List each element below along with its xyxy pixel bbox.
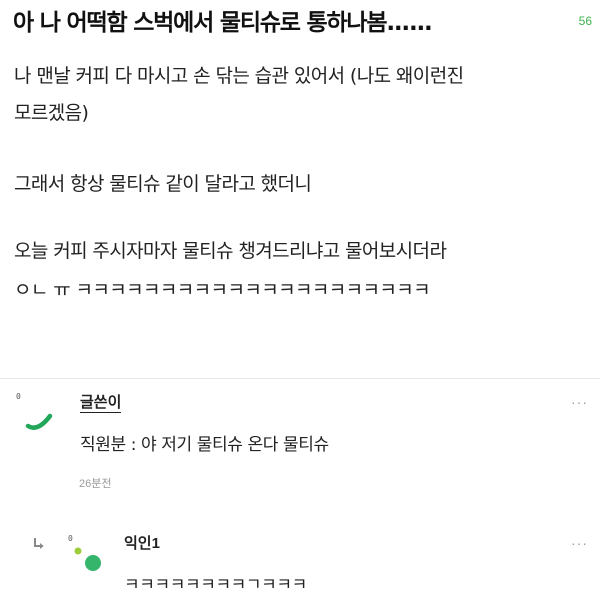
comment-mark: 0 <box>16 392 21 401</box>
comment-text: 직원분 : 야 저기 물티슈 온다 물티슈 <box>80 435 329 455</box>
post-line: 오늘 커피 주시자마자 물티슈 챙겨드리냐고 물어보시더라 <box>14 240 447 262</box>
more-options-button[interactable]: ··· <box>571 395 588 409</box>
comment-text: ㅋㅋㅋㅋㅋㅋㅋㅋㄱㅋㅋㅋ <box>124 575 307 595</box>
comment-mark: 0 <box>68 534 73 543</box>
divider <box>0 378 600 379</box>
avatar-icon <box>25 413 53 430</box>
avatar[interactable] <box>24 404 58 434</box>
post-line: 그래서 항상 물티슈 같이 달라고 했더니 <box>14 173 312 195</box>
more-options-button[interactable]: ··· <box>571 536 588 550</box>
comment-author[interactable]: 글쓴이 <box>80 394 122 413</box>
comment-time: 26분전 <box>79 478 112 490</box>
post-title: 아 나 어떡함 스벅에서 물티슈로 통하나봄...... <box>13 10 433 36</box>
reply-arrow-icon <box>32 536 46 550</box>
avatar[interactable] <box>72 544 106 574</box>
post-line: ㅇㄴ ㅠ ㅋㅋㅋㅋㅋㅋㅋㅋㅋㅋㅋㅋㅋㅋㅋㅋㅋㅋㅋㅋㅋ <box>14 279 431 301</box>
comment-author[interactable]: 익인1 <box>124 535 160 553</box>
avatar-icon <box>74 547 101 571</box>
post-line: 나 맨날 커피 다 마시고 손 닦는 습관 있어서 (나도 왜이런진 <box>14 65 464 87</box>
comment-count[interactable]: 56 <box>579 14 592 28</box>
post-line: 모르겠음) <box>14 102 89 124</box>
